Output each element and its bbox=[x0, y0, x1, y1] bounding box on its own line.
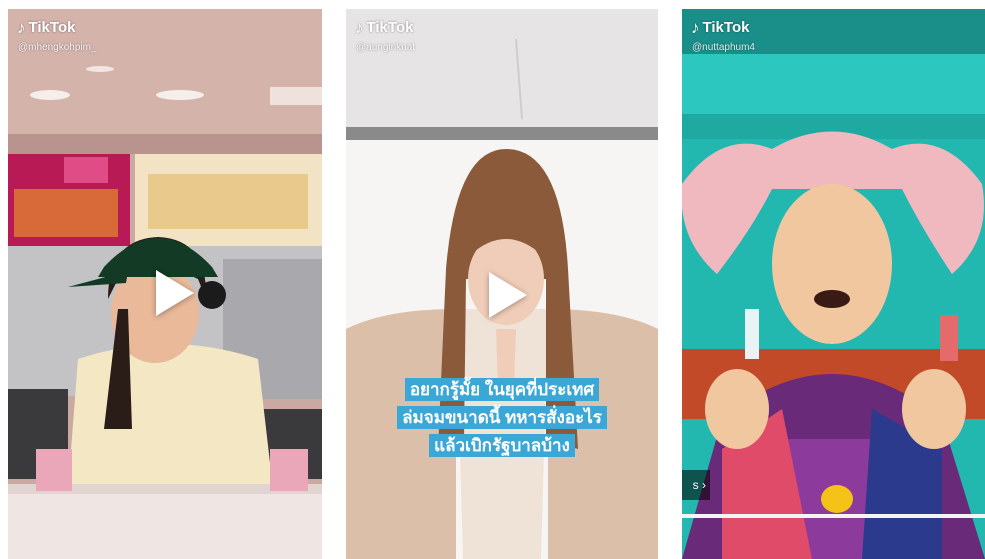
video-handle-2[interactable]: @aunginknat bbox=[356, 42, 415, 53]
video-handle-1[interactable]: @mhengkohpim_ bbox=[18, 42, 97, 53]
video-card-2[interactable]: ♪ TikTok @aunginknat อยากรู้มั้ย ในยุคที… bbox=[346, 9, 658, 559]
brand-name: TikTok bbox=[28, 19, 76, 36]
caption-line-2: ล่มจมขนาดนี้ ทหารสั่งอะไร bbox=[397, 406, 607, 429]
caption-line-3: แล้วเบิกรัฐบาลบ้าง bbox=[429, 434, 575, 457]
next-arrow-button[interactable]: s › bbox=[682, 470, 710, 500]
tiktok-logo: ♪ TikTok bbox=[691, 19, 749, 36]
tiktok-note-icon: ♪ bbox=[17, 18, 26, 37]
caption-line-1: อยากรู้มั้ย ในยุคที่ประเทศ bbox=[404, 378, 600, 401]
tiktok-note-icon: ♪ bbox=[691, 18, 700, 37]
video-card-1[interactable]: ♪ TikTok @mhengkohpim_ bbox=[8, 9, 322, 559]
play-icon bbox=[489, 272, 527, 318]
tiktok-logo: ♪ TikTok bbox=[17, 19, 75, 36]
play-button-1[interactable] bbox=[141, 263, 201, 323]
play-icon bbox=[156, 270, 194, 316]
tiktok-logo: ♪ TikTok bbox=[355, 19, 413, 36]
video-caption-2: อยากรู้มั้ย ในยุคที่ประเทศ ล่มจมขนาดนี้ … bbox=[376, 376, 628, 460]
video-card-3[interactable]: ♪ TikTok @nuttaphum4 s › bbox=[682, 9, 985, 559]
brand-name: TikTok bbox=[702, 19, 750, 36]
video-handle-3[interactable]: @nuttaphum4 bbox=[692, 42, 755, 53]
video-thumbnail-3 bbox=[682, 9, 985, 559]
brand-name: TikTok bbox=[366, 19, 414, 36]
tiktok-note-icon: ♪ bbox=[355, 18, 364, 37]
play-button-2[interactable] bbox=[474, 265, 534, 325]
